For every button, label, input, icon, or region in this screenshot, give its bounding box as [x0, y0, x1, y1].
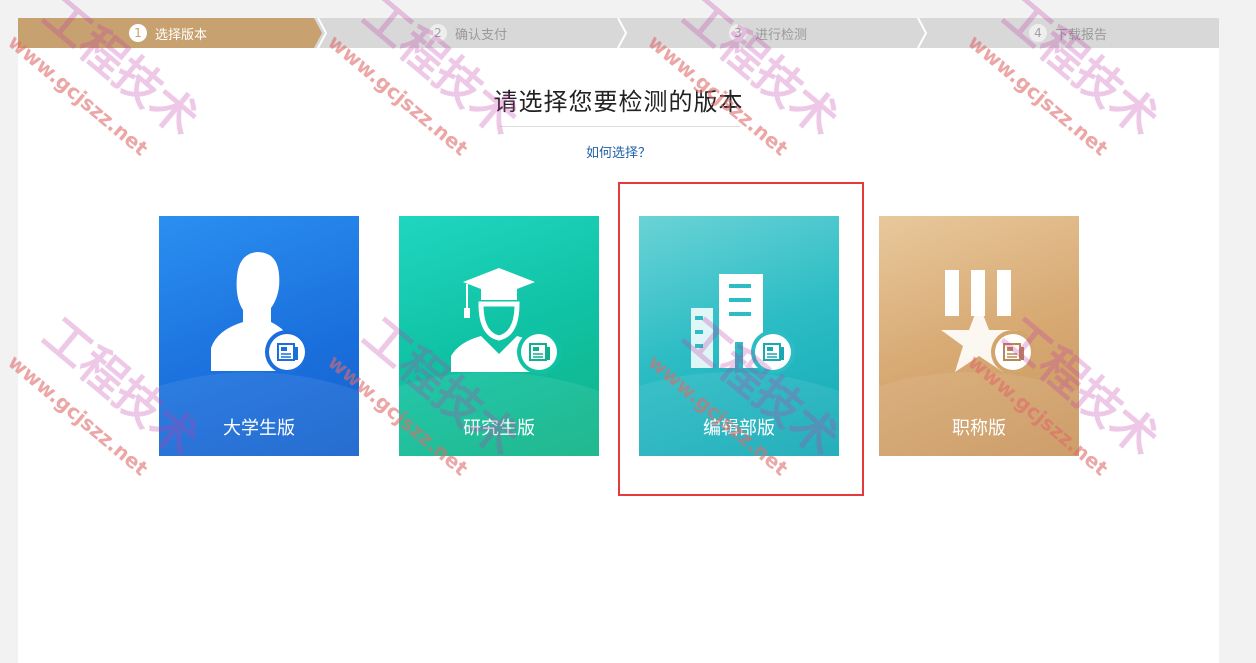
step-number: 1	[128, 24, 147, 42]
selection-highlight-box	[618, 182, 864, 496]
step-number: 3	[728, 24, 747, 42]
page-container: 1 选择版本 2 确认支付 3 进行检测 4 下载报告 请选择您要检测的版本 如…	[18, 18, 1219, 663]
step-1: 1 选择版本	[18, 18, 318, 48]
step-label: 确认支付	[454, 27, 507, 43]
document-badge-icon	[991, 330, 1035, 374]
step-4: 4 下载报告	[918, 18, 1218, 48]
step-number: 2	[428, 24, 447, 42]
title-divider	[500, 126, 740, 127]
document-badge-icon	[265, 330, 309, 374]
card-professional-title-version[interactable]: 职称版	[879, 216, 1079, 456]
step-progress-bar: 1 选择版本 2 确认支付 3 进行检测 4 下载报告	[18, 18, 1219, 48]
card-label: 职称版	[952, 418, 1006, 439]
document-badge-icon	[517, 330, 561, 374]
card-label: 大学生版	[223, 418, 295, 439]
page-title: 请选择您要检测的版本	[493, 88, 744, 116]
step-3: 3 进行检测	[618, 18, 918, 48]
step-label: 进行检测	[754, 27, 807, 43]
step-label: 选择版本	[154, 27, 207, 43]
card-undergraduate-version[interactable]: 大学生版	[159, 216, 359, 456]
card-label: 研究生版	[399, 414, 599, 440]
card-graduate-version[interactable]: 研究生版	[399, 216, 599, 456]
step-2: 2 确认支付	[318, 18, 618, 48]
step-label: 下载报告	[1055, 24, 1107, 43]
step-number: 4	[1028, 24, 1047, 42]
how-to-choose-link[interactable]: 如何选择？	[18, 142, 1219, 161]
